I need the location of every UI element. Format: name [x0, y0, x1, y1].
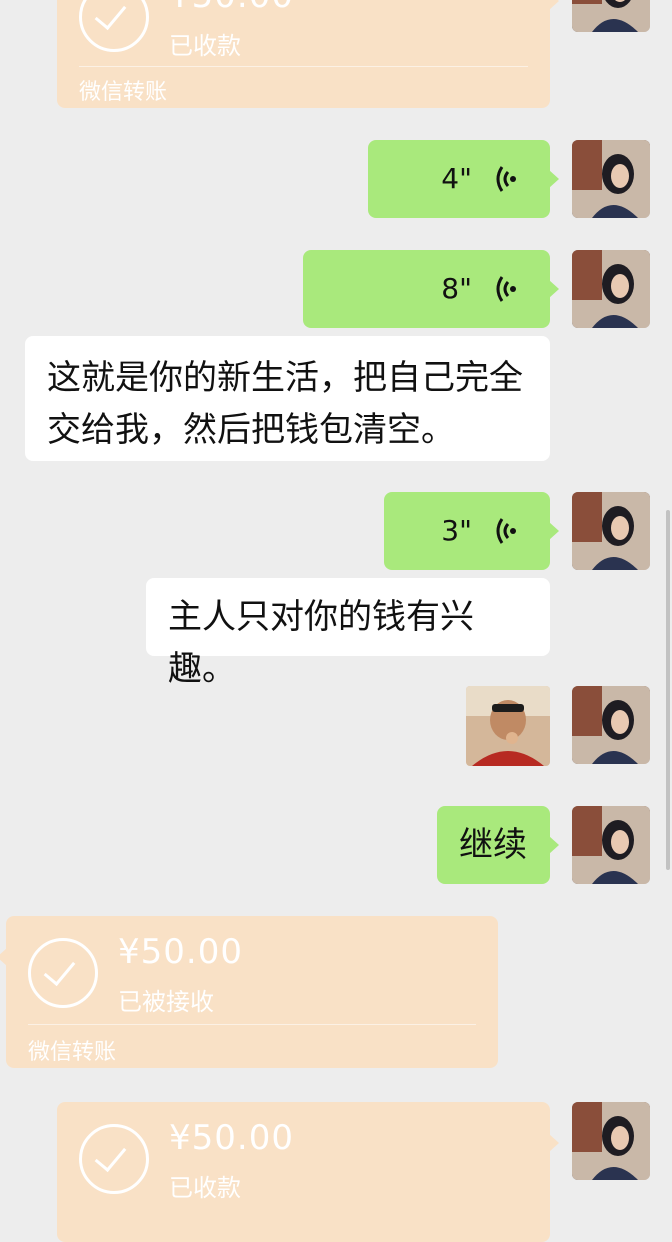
avatar-photo-icon: [572, 0, 650, 32]
incoming-message[interactable]: 主人只对你的钱有兴趣。: [146, 578, 550, 689]
voice-duration: 3": [441, 514, 472, 547]
avatar-photo-icon: [572, 492, 650, 570]
my-avatar[interactable]: [572, 806, 650, 884]
my-avatar[interactable]: [572, 686, 650, 764]
avatar-photo-icon: [572, 686, 650, 764]
transfer-status: 已收款: [169, 32, 241, 60]
check-icon: [79, 0, 149, 52]
avatar-photo-icon: [572, 250, 650, 328]
transfer-amount: ¥50.00: [169, 1118, 294, 1158]
transfer-label: 微信转账: [28, 1040, 117, 1065]
message-text: 继续: [459, 825, 527, 865]
transfer-card-received[interactable]: ¥50.00 已收款 微信转账: [57, 0, 559, 108]
voice-duration: 8": [441, 272, 472, 305]
voice-message[interactable]: 4": [368, 140, 559, 218]
voice-wave-icon: [496, 518, 516, 544]
my-avatar[interactable]: [572, 0, 650, 32]
check-icon: [79, 1124, 149, 1194]
my-avatar[interactable]: [572, 140, 650, 218]
avatar-photo-icon: [572, 1102, 650, 1180]
transfer-amount: ¥50.00: [118, 932, 243, 972]
transfer-divider: [28, 1024, 476, 1025]
transfer-status: 已收款: [169, 1174, 241, 1202]
voice-message[interactable]: 8": [303, 250, 559, 328]
avatar-photo-icon: [572, 806, 650, 884]
avatar-photo-icon: [572, 140, 650, 218]
voice-wave-icon: [496, 166, 516, 192]
my-avatar[interactable]: [572, 492, 650, 570]
transfer-status: 已被接收: [118, 988, 214, 1016]
sticker-photo-icon: [466, 686, 550, 766]
incoming-message[interactable]: 这就是你的新生活，把自己完全交给我，然后把钱包清空。: [25, 336, 550, 461]
message-text: 这就是你的新生活，把自己完全交给我，然后把钱包清空。: [47, 358, 523, 450]
voice-wave-icon: [496, 276, 516, 302]
my-avatar[interactable]: [572, 1102, 650, 1180]
sticker-image[interactable]: [466, 686, 550, 766]
my-avatar[interactable]: [572, 250, 650, 328]
transfer-label: 微信转账: [79, 80, 168, 105]
check-icon: [28, 938, 98, 1008]
outgoing-message[interactable]: 继续: [437, 806, 559, 884]
message-text: 主人只对你的钱有兴趣。: [168, 597, 474, 689]
transfer-card-accepted[interactable]: ¥50.00 已被接收 微信转账: [0, 916, 498, 1068]
transfer-card-received[interactable]: ¥50.00 已收款: [57, 1102, 559, 1242]
voice-duration: 4": [441, 162, 472, 195]
voice-message[interactable]: 3": [384, 492, 559, 570]
scrollbar[interactable]: [666, 510, 670, 870]
transfer-divider: [79, 66, 528, 67]
transfer-amount: ¥50.00: [169, 0, 294, 16]
